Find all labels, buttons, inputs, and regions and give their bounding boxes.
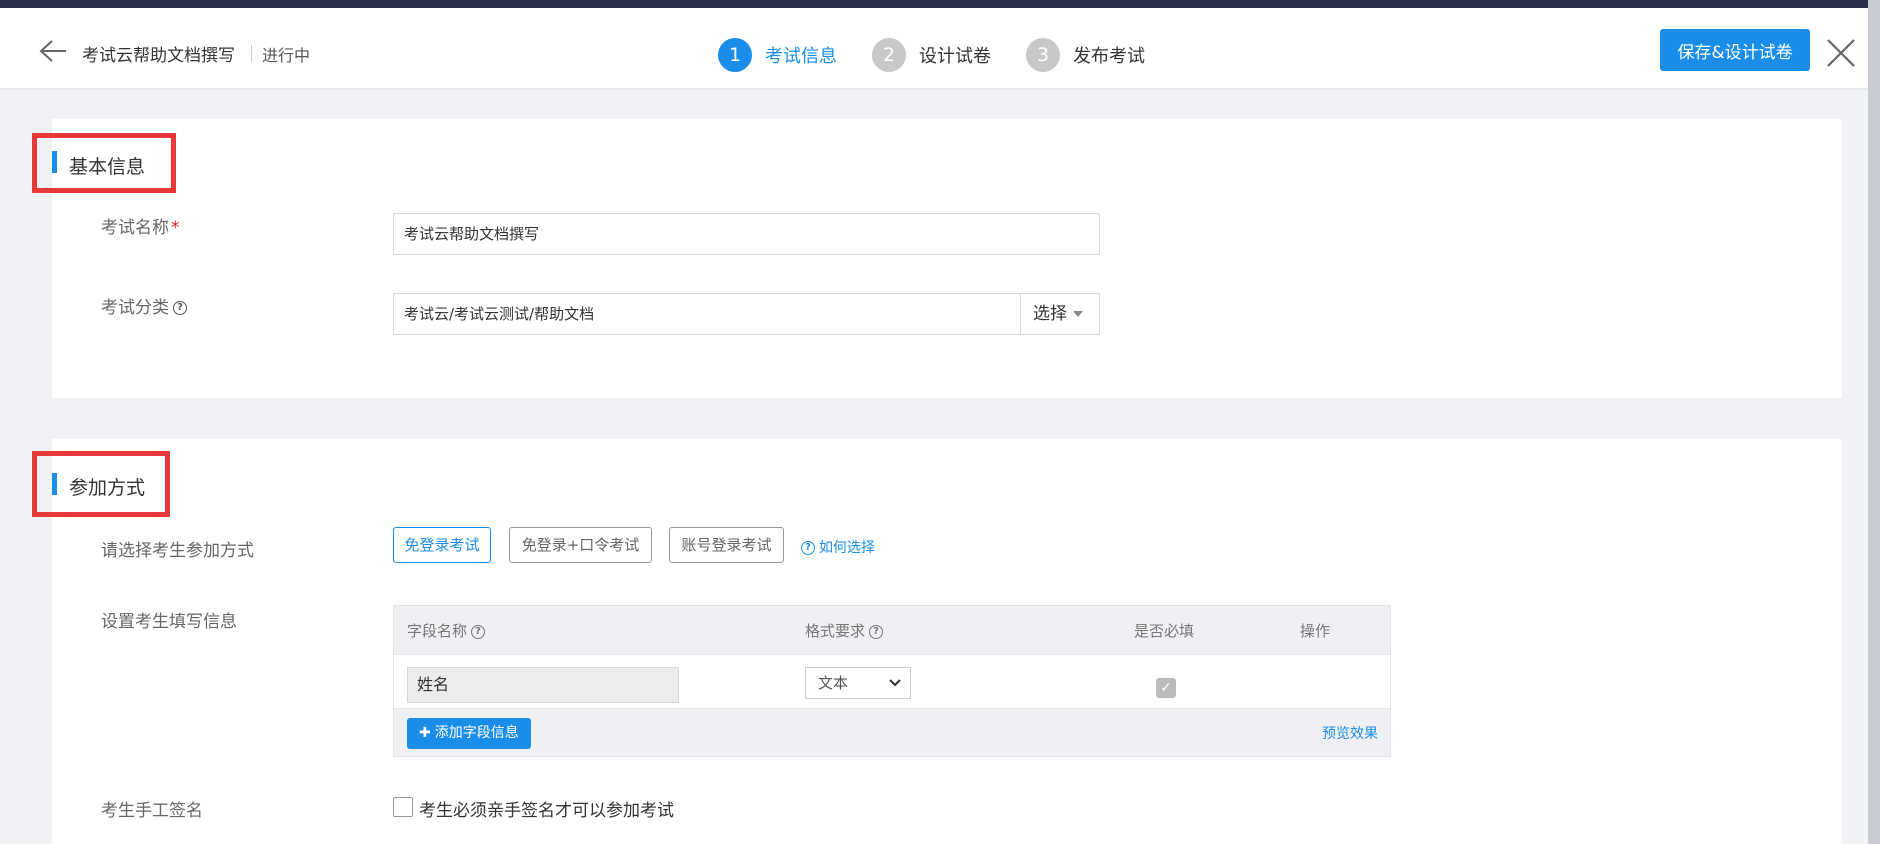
table-footer: ✚ 添加字段信息 预览效果 <box>394 708 1390 756</box>
close-icon[interactable] <box>1824 36 1858 70</box>
help-icon: ? <box>801 541 815 555</box>
backdrop <box>0 0 1880 8</box>
col-action: 操作 <box>1300 622 1331 640</box>
exam-title: 考试云帮助文档撰写 <box>82 46 235 66</box>
basic-info-card <box>52 119 1842 398</box>
plus-icon: ✚ <box>419 725 431 741</box>
signature-checkbox[interactable] <box>393 797 413 817</box>
option-account-login[interactable]: 账号登录考试 <box>669 527 784 563</box>
required-mark: * <box>171 218 180 238</box>
help-icon[interactable]: ? <box>471 624 486 639</box>
signature-checkbox-label: 考生必须亲手签名才可以参加考试 <box>419 801 674 821</box>
help-icon[interactable]: ? <box>869 624 884 639</box>
table-header: 字段名称? 格式要求? 是否必填 操作 <box>394 606 1390 654</box>
divider <box>251 45 252 62</box>
fields-label: 设置考生填写信息 <box>101 612 237 632</box>
required-checkbox: ✓ <box>1156 678 1176 698</box>
join-method-label: 请选择考生参加方式 <box>101 541 254 561</box>
field-name-input[interactable]: 姓名 <box>407 667 679 703</box>
step-exam-info[interactable]: 1 考试信息 <box>718 38 837 72</box>
signature-label: 考生手工签名 <box>101 801 203 821</box>
category-input[interactable]: 考试云/考试云测试/帮助文档 <box>393 293 1021 335</box>
step-number: 2 <box>872 38 906 72</box>
exam-name-input[interactable]: 考试云帮助文档撰写 <box>393 213 1100 255</box>
table-row: 姓名 文本 ✓ <box>394 654 1390 708</box>
col-required: 是否必填 <box>1134 622 1195 640</box>
format-select[interactable]: 文本 <box>805 667 911 699</box>
section-accent <box>52 151 57 173</box>
category-select-button[interactable]: 选择 <box>1020 293 1100 335</box>
step-design-paper[interactable]: 2 设计试卷 <box>872 38 991 72</box>
fields-table: 字段名称? 格式要求? 是否必填 操作 姓名 文本 ✓ ✚ 添加字段信息 预览效果 <box>393 605 1391 757</box>
save-and-design-button[interactable]: 保存&设计试卷 <box>1660 29 1810 71</box>
header: 考试云帮助文档撰写 进行中 1 考试信息 2 设计试卷 3 发布考试 保存&设计… <box>0 8 1868 88</box>
backdrop-edge <box>1868 0 1880 844</box>
step-number: 1 <box>718 38 752 72</box>
step-label: 考试信息 <box>765 46 837 67</box>
exam-status: 进行中 <box>262 46 311 65</box>
add-field-button[interactable]: ✚ 添加字段信息 <box>407 718 531 749</box>
category-label: 考试分类? <box>101 293 187 318</box>
step-publish-exam[interactable]: 3 发布考试 <box>1026 38 1145 72</box>
section-accent <box>52 473 57 495</box>
chevron-down-icon <box>889 679 901 687</box>
help-icon[interactable]: ? <box>173 301 187 315</box>
step-number: 3 <box>1026 38 1060 72</box>
back-arrow-icon[interactable] <box>38 38 68 64</box>
exam-name-label: 考试名称 * <box>101 218 180 238</box>
option-no-login-password[interactable]: 免登录+口令考试 <box>509 527 652 563</box>
section-title-join-method: 参加方式 <box>69 477 146 499</box>
col-field-name: 字段名称? <box>407 620 486 641</box>
preview-link[interactable]: 预览效果 <box>1322 723 1378 743</box>
step-label: 发布考试 <box>1073 46 1145 67</box>
section-title-basic-info: 基本信息 <box>69 156 146 178</box>
caret-down-icon <box>1073 311 1083 317</box>
step-label: 设计试卷 <box>919 46 991 67</box>
col-format: 格式要求? <box>805 620 884 641</box>
how-to-choose-link[interactable]: ? 如何选择 <box>801 537 875 557</box>
option-no-login[interactable]: 免登录考试 <box>393 527 491 563</box>
